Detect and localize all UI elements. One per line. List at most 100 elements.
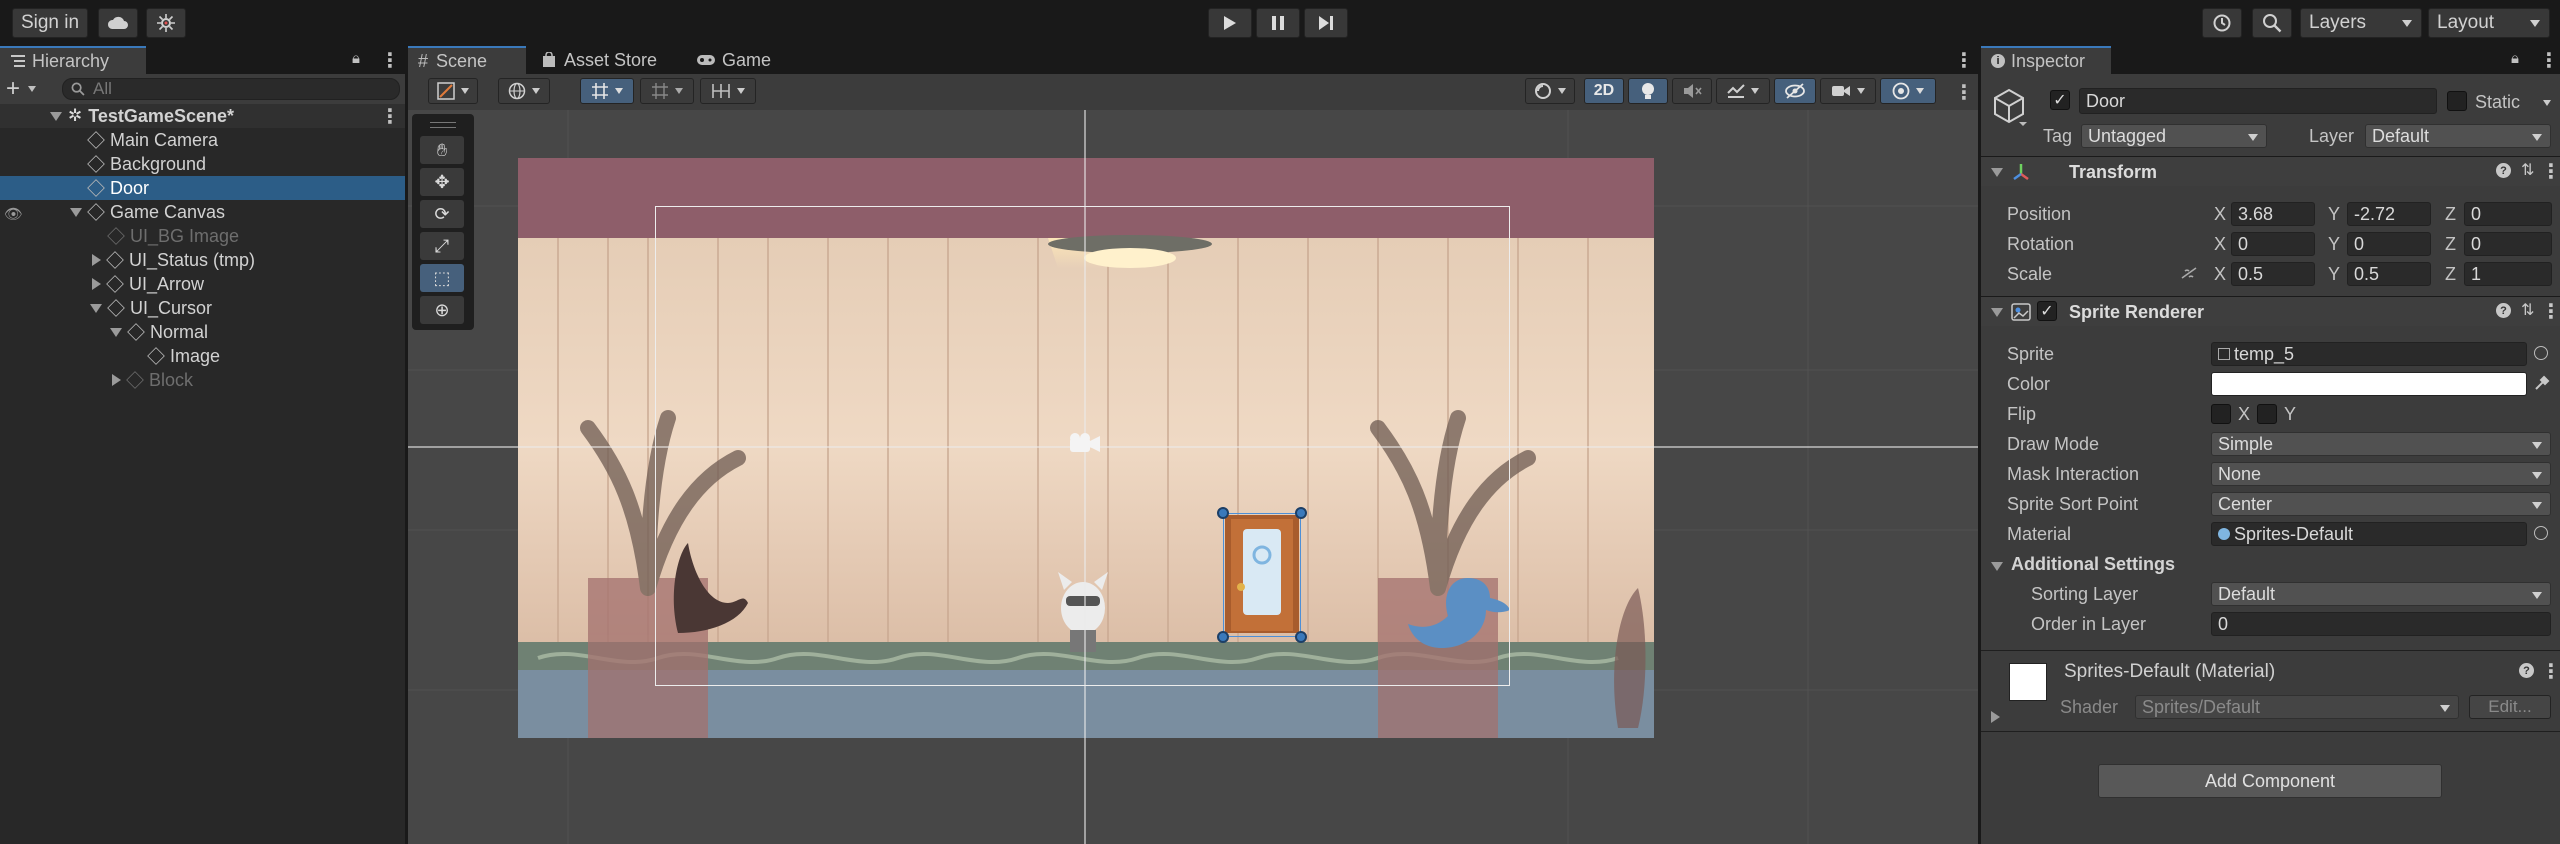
rect-handle[interactable] bbox=[1217, 631, 1229, 643]
shader-dropdown[interactable]: Sprites/Default bbox=[2135, 695, 2459, 719]
rect-tool-button[interactable]: ⬚ bbox=[420, 264, 464, 292]
more-menu-icon[interactable]: ⋮ bbox=[2541, 299, 2560, 324]
tab-scene[interactable]: # Scene bbox=[408, 46, 526, 74]
more-menu-icon[interactable]: ⋮ bbox=[2541, 159, 2560, 184]
object-name-input[interactable]: Door bbox=[2079, 88, 2437, 114]
expanded-arrow-icon[interactable] bbox=[110, 327, 122, 337]
hierarchy-search-input[interactable]: All bbox=[62, 78, 400, 100]
shading-sphere-button[interactable] bbox=[1525, 78, 1575, 104]
transform-header[interactable]: Transform ? ⇅ ⋮ bbox=[1981, 156, 2560, 186]
more-menu-icon[interactable]: ⋮ bbox=[1954, 48, 1974, 73]
scale-x-field[interactable]: 0.5 bbox=[2231, 262, 2315, 286]
rotation-y-field[interactable]: 0 bbox=[2347, 232, 2431, 256]
more-menu-icon[interactable]: ⋮ bbox=[380, 48, 400, 73]
tag-dropdown[interactable]: Untagged bbox=[2081, 124, 2267, 148]
edit-shader-button[interactable]: Edit... bbox=[2469, 695, 2551, 719]
sign-in-button[interactable]: Sign in bbox=[12, 8, 88, 38]
sprite-renderer-header[interactable]: ✓ Sprite Renderer ? ⇅ ⋮ bbox=[1981, 296, 2560, 326]
search-button[interactable] bbox=[2252, 8, 2292, 38]
hierarchy-item[interactable]: Main Camera bbox=[0, 128, 405, 152]
collapsed-arrow-icon[interactable] bbox=[112, 374, 121, 386]
active-checkbox[interactable]: ✓ bbox=[2050, 90, 2070, 110]
rotate-tool-button[interactable]: ⟳ bbox=[420, 200, 464, 228]
sprite-sort-point-dropdown[interactable]: Center bbox=[2211, 492, 2551, 516]
layer-dropdown[interactable]: Default bbox=[2365, 124, 2551, 148]
more-menu-icon[interactable]: ⋮ bbox=[2539, 48, 2559, 73]
rect-handle[interactable] bbox=[1295, 507, 1307, 519]
expand-arrow-icon[interactable] bbox=[1991, 711, 2000, 723]
audio-toggle-button[interactable] bbox=[1672, 78, 1712, 104]
snap-increment-button[interactable] bbox=[640, 78, 694, 104]
expanded-arrow-icon[interactable] bbox=[50, 111, 62, 121]
add-button[interactable]: + bbox=[6, 75, 20, 103]
camera-gizmo-icon[interactable] bbox=[1064, 432, 1104, 462]
position-y-field[interactable]: -2.72 bbox=[2347, 202, 2431, 226]
grid-snap-button[interactable] bbox=[580, 78, 634, 104]
collapsed-arrow-icon[interactable] bbox=[92, 254, 101, 266]
more-menu-icon[interactable]: ⋮ bbox=[2541, 659, 2560, 684]
lock-icon[interactable]: 🔒︎ bbox=[2511, 50, 2519, 67]
additional-settings-arrow-icon[interactable] bbox=[1991, 562, 2003, 571]
rect-handle[interactable] bbox=[1295, 631, 1307, 643]
static-checkbox[interactable] bbox=[2447, 91, 2467, 111]
camera-settings-button[interactable] bbox=[1820, 78, 1876, 104]
sprite-object-field[interactable]: temp_5 bbox=[2211, 342, 2527, 366]
color-swatch[interactable] bbox=[2211, 372, 2527, 396]
mask-interaction-dropdown[interactable]: None bbox=[2211, 462, 2551, 486]
rotation-x-field[interactable]: 0 bbox=[2231, 232, 2315, 256]
chevron-down-icon[interactable] bbox=[2543, 100, 2551, 106]
pause-button[interactable] bbox=[1256, 8, 1300, 38]
hierarchy-item[interactable]: ✲ TestGameScene* ⋮ bbox=[0, 104, 405, 128]
draw-mode-dropdown[interactable]: Simple bbox=[2211, 432, 2551, 456]
history-button[interactable] bbox=[2202, 8, 2242, 38]
hierarchy-item[interactable]: UI_Cursor bbox=[0, 296, 405, 320]
collapse-arrow-icon[interactable] bbox=[1991, 168, 2003, 177]
layers-dropdown[interactable]: Layers bbox=[2300, 8, 2422, 38]
flip-y-checkbox[interactable] bbox=[2257, 404, 2277, 424]
hierarchy-item[interactable]: Normal bbox=[0, 320, 405, 344]
preset-icon[interactable]: ⇅ bbox=[2521, 300, 2534, 320]
material-object-field[interactable]: Sprites-Default bbox=[2211, 522, 2527, 546]
eyedropper-icon[interactable] bbox=[2533, 374, 2551, 392]
layout-dropdown[interactable]: Layout bbox=[2428, 8, 2550, 38]
object-picker-icon[interactable] bbox=[2534, 526, 2548, 540]
play-button[interactable] bbox=[1208, 8, 1252, 38]
hierarchy-item[interactable]: UI_Arrow bbox=[0, 272, 405, 296]
scene-view-mode-button[interactable] bbox=[498, 78, 550, 104]
more-menu-icon[interactable]: ⋮ bbox=[1954, 80, 1974, 105]
hand-tool-button[interactable]: ✋︎ bbox=[420, 136, 464, 164]
align-button[interactable] bbox=[700, 78, 756, 104]
tab-asset-store[interactable]: Asset Store bbox=[532, 46, 667, 74]
tab-inspector[interactable]: i Inspector bbox=[1981, 46, 2111, 74]
tab-hierarchy[interactable]: Hierarchy bbox=[0, 46, 146, 74]
rect-handle[interactable] bbox=[1217, 507, 1229, 519]
scene-visibility-button[interactable] bbox=[1774, 78, 1816, 104]
hierarchy-item[interactable]: Block bbox=[0, 368, 405, 392]
hierarchy-item[interactable]: Image bbox=[0, 344, 405, 368]
gizmos-button[interactable] bbox=[1880, 78, 1936, 104]
scene-viewport[interactable]: ✋︎ ✥ ⟳ ⤢ ⬚ ⊕ bbox=[408, 110, 1978, 844]
scene-visibility-icon[interactable]: 👁︎ bbox=[4, 205, 23, 223]
position-z-field[interactable]: 0 bbox=[2464, 202, 2552, 226]
cloud-button[interactable] bbox=[98, 8, 138, 38]
sorting-layer-dropdown[interactable]: Default bbox=[2211, 582, 2551, 606]
add-component-button[interactable]: Add Component bbox=[2098, 764, 2442, 798]
chevron-down-icon[interactable] bbox=[28, 86, 36, 92]
hierarchy-item[interactable]: UI_Status (tmp) bbox=[0, 248, 405, 272]
object-picker-icon[interactable] bbox=[2534, 346, 2548, 360]
rotation-z-field[interactable]: 0 bbox=[2464, 232, 2552, 256]
tab-game[interactable]: Game bbox=[686, 46, 781, 74]
scale-y-field[interactable]: 0.5 bbox=[2347, 262, 2431, 286]
order-in-layer-field[interactable]: 0 bbox=[2211, 612, 2551, 636]
preset-icon[interactable]: ⇅ bbox=[2521, 160, 2534, 180]
lighting-toggle-button[interactable] bbox=[1628, 78, 1668, 104]
collapsed-arrow-icon[interactable] bbox=[92, 278, 101, 290]
hierarchy-item[interactable]: Door bbox=[0, 176, 405, 200]
scale-z-field[interactable]: 1 bbox=[2464, 262, 2552, 286]
hierarchy-item[interactable]: UI_BG Image bbox=[0, 224, 405, 248]
lock-icon[interactable]: 🔒︎ bbox=[352, 50, 360, 67]
draw-mode-button[interactable] bbox=[428, 78, 478, 104]
step-button[interactable] bbox=[1304, 8, 1348, 38]
collab-button[interactable] bbox=[146, 8, 186, 38]
effects-dropdown[interactable] bbox=[1716, 78, 1770, 104]
